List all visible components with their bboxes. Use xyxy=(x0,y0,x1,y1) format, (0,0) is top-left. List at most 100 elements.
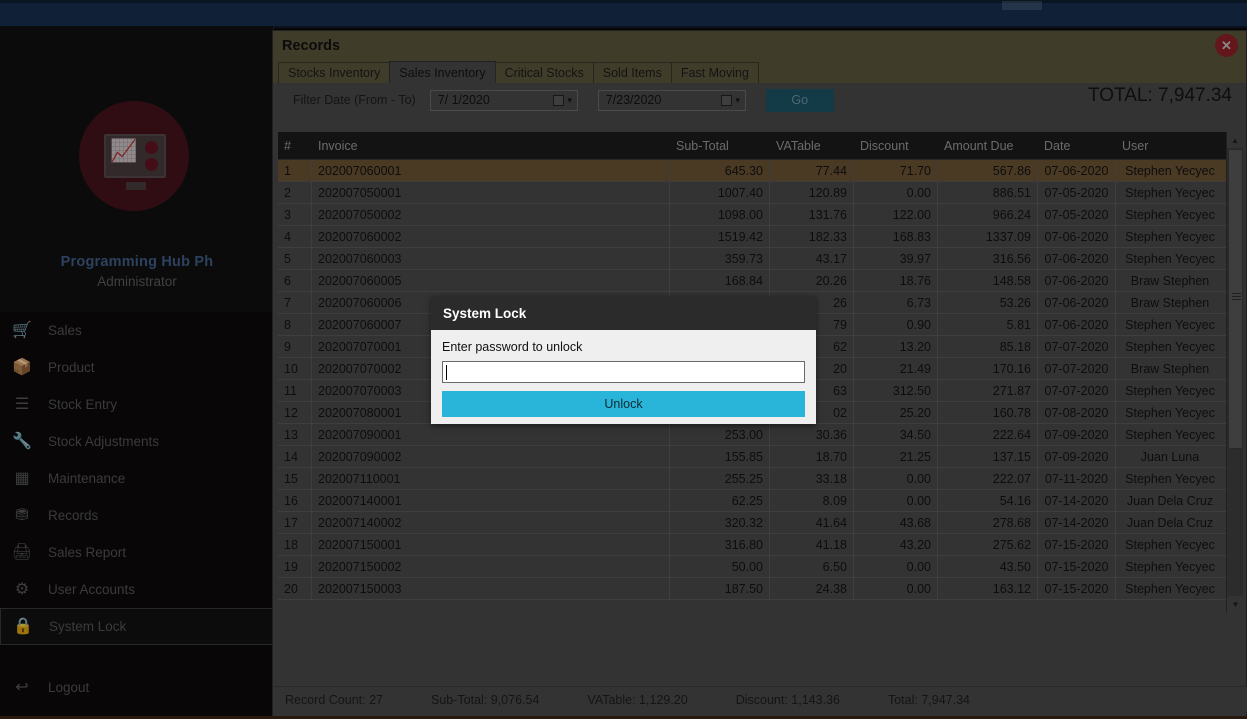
grid-column-header[interactable]: # xyxy=(278,132,312,160)
table-row[interactable]: 17 202007140002 320.32 41.64 43.68 278.68 07-1… xyxy=(278,511,1243,534)
grid-column-header[interactable]: VATable xyxy=(770,132,854,160)
date-to-picker[interactable]: ▼ xyxy=(720,94,742,106)
cell-dis: 312.50 xyxy=(854,379,938,402)
cell-user: Stephen Yecyec xyxy=(1125,317,1215,332)
window-titlebar: Records ✕ xyxy=(273,31,1246,61)
cell-invoice: 202007140001 xyxy=(312,489,670,512)
table-row[interactable]: 19 202007150002 50.00 6.50 0.00 43.50 07-15-20… xyxy=(278,555,1243,578)
grid-column-header[interactable]: Sub-Total xyxy=(670,132,770,160)
list-check-icon: ☰ xyxy=(14,395,30,413)
cell-date: 07-06-2020 xyxy=(1038,269,1116,292)
sidebar-item-stock-adjustments[interactable]: 🔧 Stock Adjustments xyxy=(0,423,274,460)
go-button[interactable]: Go xyxy=(765,88,834,112)
table-row[interactable]: 5 202007060003 359.73 43.17 39.97 316.56 07-06… xyxy=(278,247,1243,270)
cell-amt: 567.86 xyxy=(938,160,1038,182)
top-window-bar xyxy=(0,0,1247,28)
cell-amt: 222.64 xyxy=(938,423,1038,446)
cell-invoice: 202007150002 xyxy=(312,555,670,578)
date-from-input[interactable]: 7/ 1/2020 ▼ xyxy=(429,89,578,111)
wrench-icon: 🔧 xyxy=(12,432,32,450)
cell-n: 11 xyxy=(278,379,312,402)
cell-vat: 41.18 xyxy=(770,533,854,556)
grid-column-header[interactable]: Amount Due xyxy=(938,132,1038,160)
scroll-down-arrow[interactable]: ▼ xyxy=(1227,596,1244,612)
tab-fast-moving[interactable]: Fast Moving xyxy=(670,62,759,83)
table-row[interactable]: 4 202007060002 1519.42 182.33 168.83 1337.09 0… xyxy=(278,225,1243,248)
status-sub-total: Sub-Total: 9,076.54 xyxy=(430,692,540,707)
app-root: 📈 Programming Hub Ph Administrator 🛒 Sale… xyxy=(0,0,1247,719)
unlock-button[interactable]: Unlock xyxy=(442,391,805,417)
cell-amt: 1337.09 xyxy=(938,225,1038,248)
tab-sales-inventory[interactable]: Sales Inventory xyxy=(389,61,496,83)
cell-date: 07-09-2020 xyxy=(1038,445,1116,468)
window-controls[interactable] xyxy=(1002,1,1042,10)
grid-column-header[interactable]: Date xyxy=(1038,132,1116,160)
cell-user: Juan Dela Cruz xyxy=(1126,515,1214,530)
cell-user: Stephen Yecyec xyxy=(1125,251,1215,266)
cell-sub: 62.25 xyxy=(670,489,770,512)
grid-column-header[interactable]: Invoice xyxy=(312,132,670,160)
cell-date: 07-15-2020 xyxy=(1038,577,1116,600)
sidebar-item-user-accounts[interactable]: ⚙ User Accounts xyxy=(0,571,274,608)
table-row[interactable]: 13 202007090001 253.00 30.36 34.50 222.64 07-0… xyxy=(278,423,1243,446)
scroll-up-arrow[interactable]: ▲ xyxy=(1227,132,1243,148)
sidebar-item-product[interactable]: 📦 Product xyxy=(0,349,274,386)
password-field[interactable] xyxy=(442,361,805,383)
cell-user: Juan Dela Cruz xyxy=(1126,493,1214,508)
cell-invoice: 202007090002 xyxy=(312,445,670,468)
logo-dot-upper xyxy=(145,141,158,154)
cell-invoice: 202007060002 xyxy=(312,225,670,248)
table-row[interactable]: 18 202007150001 316.80 41.18 43.20 275.62 07-1… xyxy=(278,533,1243,556)
table-row[interactable]: 16 202007140001 62.25 8.09 0.00 54.16 07-14-20… xyxy=(278,489,1243,512)
printer-icon: 🖨 xyxy=(11,543,33,561)
table-row[interactable]: 1 202007060001 645.30 77.44 71.70 567.86 07-06… xyxy=(278,160,1243,182)
cell-user: Stephen Yecyec xyxy=(1125,185,1215,200)
grid-column-header[interactable]: User xyxy=(1116,132,1224,160)
cell-user: Stephen Yecyec xyxy=(1125,207,1215,222)
logo-dot-lower xyxy=(145,158,158,171)
sidebar-item-sales-report[interactable]: 🖨 Sales Report xyxy=(0,534,274,571)
table-row[interactable]: 3 202007050002 1098.00 131.76 122.00 966.24 07… xyxy=(278,203,1243,226)
cell-sub: 255.25 xyxy=(670,467,770,490)
cell-vat: 18.70 xyxy=(770,445,854,468)
date-from-picker[interactable]: ▼ xyxy=(552,94,574,106)
sidebar-item-label: Maintenance xyxy=(48,471,126,486)
sidebar-item-label: Logout xyxy=(48,680,90,695)
table-row[interactable]: 2 202007050001 1007.40 120.89 0.00 886.51 07-0… xyxy=(278,181,1243,204)
tab-stocks-inventory[interactable]: Stocks Inventory xyxy=(278,62,391,83)
cell-dis: 0.90 xyxy=(854,313,938,336)
total-display: TOTAL: 7,947.34 xyxy=(1088,85,1232,106)
sidebar-item-records[interactable]: ⛃ Records xyxy=(0,497,274,534)
cell-sub: 187.50 xyxy=(670,577,770,600)
cell-dis: 43.68 xyxy=(854,511,938,534)
table-row[interactable]: 20 202007150003 187.50 24.38 0.00 163.12 07-15… xyxy=(278,577,1243,600)
date-to-input[interactable]: 7/23/2020 ▼ xyxy=(597,89,746,111)
cell-user: Stephen Yecyec xyxy=(1125,339,1215,354)
tab-critical-stocks[interactable]: Critical Stocks xyxy=(494,62,594,83)
sidebar-item-stock-entry[interactable]: ☰ Stock Entry xyxy=(0,386,274,423)
cell-n: 1 xyxy=(278,160,312,182)
vertical-scrollbar[interactable]: ▲ ▼ xyxy=(1226,132,1244,612)
tab-sold-items[interactable]: Sold Items xyxy=(592,62,672,83)
text-caret xyxy=(446,365,447,380)
cell-sub: 1519.42 xyxy=(670,225,770,248)
cell-n: 9 xyxy=(278,335,312,358)
cell-vat: 30.36 xyxy=(770,423,854,446)
table-row[interactable]: 6 202007060005 168.84 20.26 18.76 148.58 07-06… xyxy=(278,269,1243,292)
cell-invoice: 202007060003 xyxy=(312,247,670,270)
cell-amt: 278.68 xyxy=(938,511,1038,534)
table-row[interactable]: 15 202007110001 255.25 33.18 0.00 222.07 07-11… xyxy=(278,467,1243,490)
cell-user: Juan Luna xyxy=(1140,449,1200,464)
cell-dis: 43.20 xyxy=(854,533,938,556)
sidebar-item-logout[interactable]: ↩ Logout xyxy=(0,669,274,706)
sidebar-item-maintenance[interactable]: ▦ Maintenance xyxy=(0,460,274,497)
scrollbar-thumb[interactable] xyxy=(1228,149,1243,449)
grid-column-header[interactable]: Discount xyxy=(854,132,938,160)
sidebar-item-system-lock[interactable]: 🔒 System Lock xyxy=(0,608,274,645)
cell-invoice: 202007050002 xyxy=(312,203,670,226)
table-row[interactable]: 14 202007090002 155.85 18.70 21.25 137.15 07-0… xyxy=(278,445,1243,468)
cell-user: Braw Stephen xyxy=(1130,361,1210,376)
sidebar-item-sales[interactable]: 🛒 Sales xyxy=(0,312,274,349)
cell-invoice: 202007060005 xyxy=(312,269,670,292)
close-icon[interactable]: ✕ xyxy=(1215,34,1238,57)
